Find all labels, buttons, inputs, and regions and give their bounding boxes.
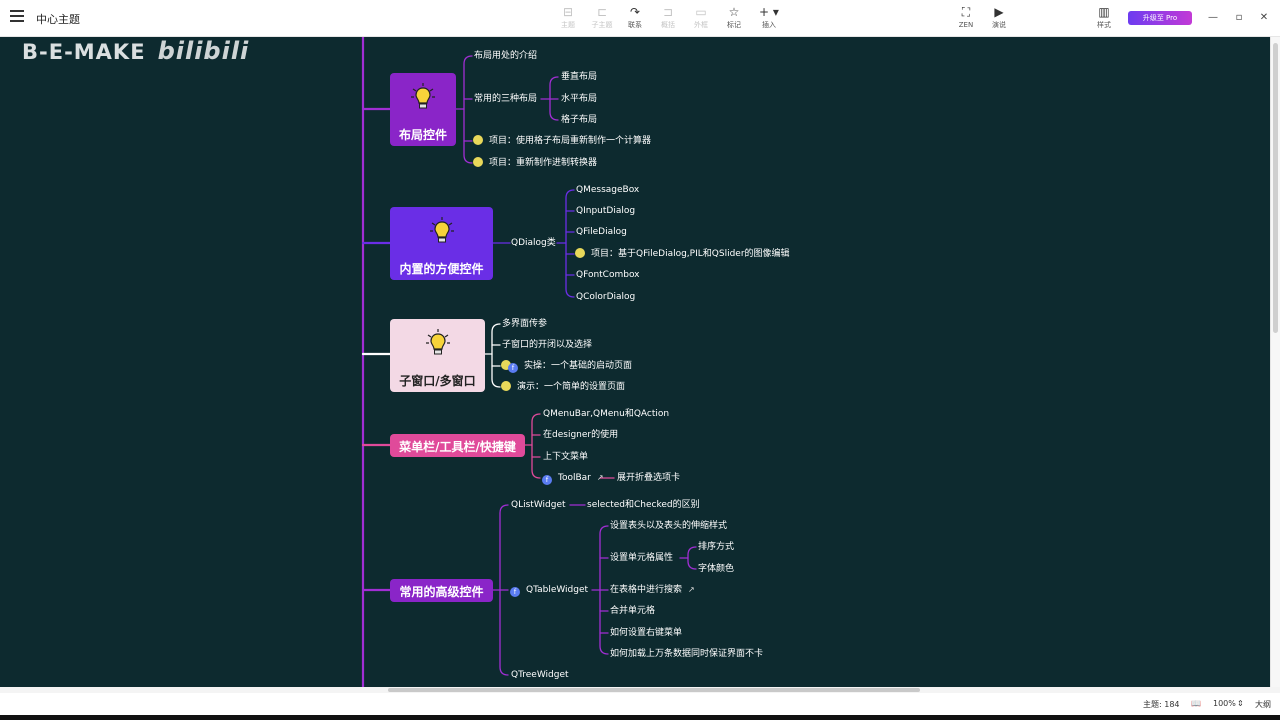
topic-advanced-controls[interactable]: 常用的高级控件 — [390, 579, 493, 602]
outline-button[interactable]: 大纲 — [1255, 699, 1271, 710]
node-sub-open[interactable]: 子窗口的开闭以及选择 — [502, 339, 592, 351]
maximize-icon[interactable]: ▫ — [1232, 11, 1246, 25]
info-badge-icon: f — [510, 587, 520, 597]
node-qfiledialog[interactable]: QFileDialog — [576, 226, 627, 238]
node-menu-toolbar[interactable]: f ToolBar ↗ — [542, 472, 604, 485]
lightbulb-icon — [429, 217, 454, 243]
bottom-edge — [0, 715, 1280, 720]
node-table-header[interactable]: 设置表头以及表头的伸缩样式 — [610, 520, 727, 532]
marker-badge-icon — [501, 381, 511, 391]
node-layout-vertical[interactable]: 垂直布局 — [561, 71, 597, 83]
minimize-icon[interactable]: — — [1206, 11, 1220, 25]
status-bar: 主题: 184 📖 100% ⇕ 大纲 — [0, 693, 1280, 715]
node-layout-project2[interactable]: 项目：重新制作进制转换器 — [473, 157, 597, 169]
top-toolbar: 中心主题 ⊟ 主题 ⊏ 子主题 ↷ 联系 ⊐ 概括 ▭ 外框 ☆ 标记 + ▾ … — [0, 0, 1280, 37]
node-layout-project1[interactable]: 项目：使用格子布局重新制作一个计算器 — [473, 135, 651, 147]
mindmap-canvas[interactable]: B-E-MAKE bilibili 布局控件 内置的方便控件 子窗口/多窗口 菜… — [0, 37, 1280, 687]
style-panel-button[interactable]: ▥ 样式 — [1084, 5, 1124, 33]
node-qmessagebox[interactable]: QMessageBox — [576, 184, 639, 196]
info-badge-icon: f — [542, 475, 552, 485]
node-sub-demo[interactable]: 演示：一个简单的设置页面 — [501, 381, 625, 393]
node-table-color[interactable]: 字体颜色 — [698, 563, 734, 575]
node-layout-grid[interactable]: 格子布局 — [561, 114, 597, 126]
node-qinputdialog[interactable]: QInputDialog — [576, 205, 635, 217]
node-qlistwidget[interactable]: QListWidget — [511, 499, 566, 511]
external-link-icon[interactable]: ↗ — [688, 584, 695, 596]
node-table-rightmenu[interactable]: 如何设置右键菜单 — [610, 627, 682, 639]
node-qlist-child[interactable]: selected和Checked的区别 — [587, 499, 700, 511]
node-menu-toolbar-child[interactable]: 展开折叠选项卡 — [617, 472, 680, 484]
node-table-cell[interactable]: 设置单元格属性 — [610, 552, 673, 564]
node-sub-practice[interactable]: f 实操：一个基础的启动页面 — [501, 360, 632, 373]
node-menu-designer[interactable]: 在designer的使用 — [543, 429, 618, 441]
lightbulb-icon — [411, 83, 435, 109]
vertical-scroll-thumb[interactable] — [1273, 43, 1278, 333]
node-qfontcombox[interactable]: QFontCombox — [576, 269, 640, 281]
node-table-bigdata[interactable]: 如何加载上万条数据同时保证界面不卡 — [610, 648, 763, 660]
node-menu-context[interactable]: 上下文菜单 — [543, 451, 588, 463]
book-icon[interactable]: 📖 — [1191, 699, 1201, 708]
node-layout-three[interactable]: 常用的三种布局 — [474, 93, 537, 105]
node-qtreewidget[interactable]: QTreeWidget — [511, 669, 569, 681]
node-table-sort[interactable]: 排序方式 — [698, 541, 734, 553]
close-icon[interactable]: ✕ — [1257, 11, 1271, 25]
plus-dropdown-icon: + ▾ — [759, 5, 779, 19]
marker-button[interactable]: ☆ 标记 — [714, 5, 754, 33]
zoom-stepper-icon[interactable]: ⇕ — [1237, 699, 1244, 708]
zoom-level[interactable]: 100% — [1213, 699, 1236, 708]
node-sub-param[interactable]: 多界面传参 — [502, 318, 547, 330]
node-table-merge[interactable]: 合并单元格 — [610, 605, 655, 617]
topic-count: 主题: 184 — [1143, 700, 1180, 709]
node-qtablewidget[interactable]: f QTableWidget — [510, 584, 588, 597]
external-link-icon[interactable]: ↗ — [597, 472, 604, 484]
insert-button[interactable]: + ▾ 插入 — [749, 5, 789, 33]
marker-badge-icon — [575, 248, 585, 258]
upgrade-pro-button[interactable]: 升级至 Pro — [1128, 11, 1192, 25]
topic-layout-controls[interactable]: 布局控件 — [390, 73, 456, 146]
horizontal-scroll-thumb[interactable] — [388, 688, 920, 692]
topic-subwindow[interactable]: 子窗口/多窗口 — [390, 319, 485, 392]
node-table-search[interactable]: 在表格中进行搜索 ↗ — [610, 584, 695, 596]
document-title[interactable]: 中心主题 — [36, 11, 80, 27]
present-icon: ▶ — [994, 5, 1004, 19]
node-menu-qmenubar[interactable]: QMenuBar,QMenu和QAction — [543, 408, 669, 420]
marker-badge-icon — [473, 157, 483, 167]
vertical-scrollbar[interactable] — [1270, 37, 1280, 687]
hamburger-menu-icon[interactable] — [10, 10, 24, 24]
node-qdialog-project[interactable]: 项目：基于QFileDialog,PIL和QSlider的图像编辑 — [575, 248, 790, 260]
star-icon: ☆ — [728, 5, 740, 19]
topic-menubar[interactable]: 菜单栏/工具栏/快捷键 — [390, 434, 525, 457]
topic-builtin-controls[interactable]: 内置的方便控件 — [390, 207, 493, 280]
present-button[interactable]: ▶ 演说 — [979, 5, 1019, 33]
marker-badge-icon — [473, 135, 483, 145]
node-qcolordialog[interactable]: QColorDialog — [576, 291, 635, 303]
lightbulb-icon — [425, 329, 450, 355]
node-layout-horizontal[interactable]: 水平布局 — [561, 93, 597, 105]
info-badge-icon: f — [508, 363, 518, 373]
node-qdialog[interactable]: QDialog类 — [511, 237, 556, 249]
node-layout-intro[interactable]: 布局用处的介绍 — [474, 50, 537, 62]
panel-icon: ▥ — [1098, 5, 1110, 19]
